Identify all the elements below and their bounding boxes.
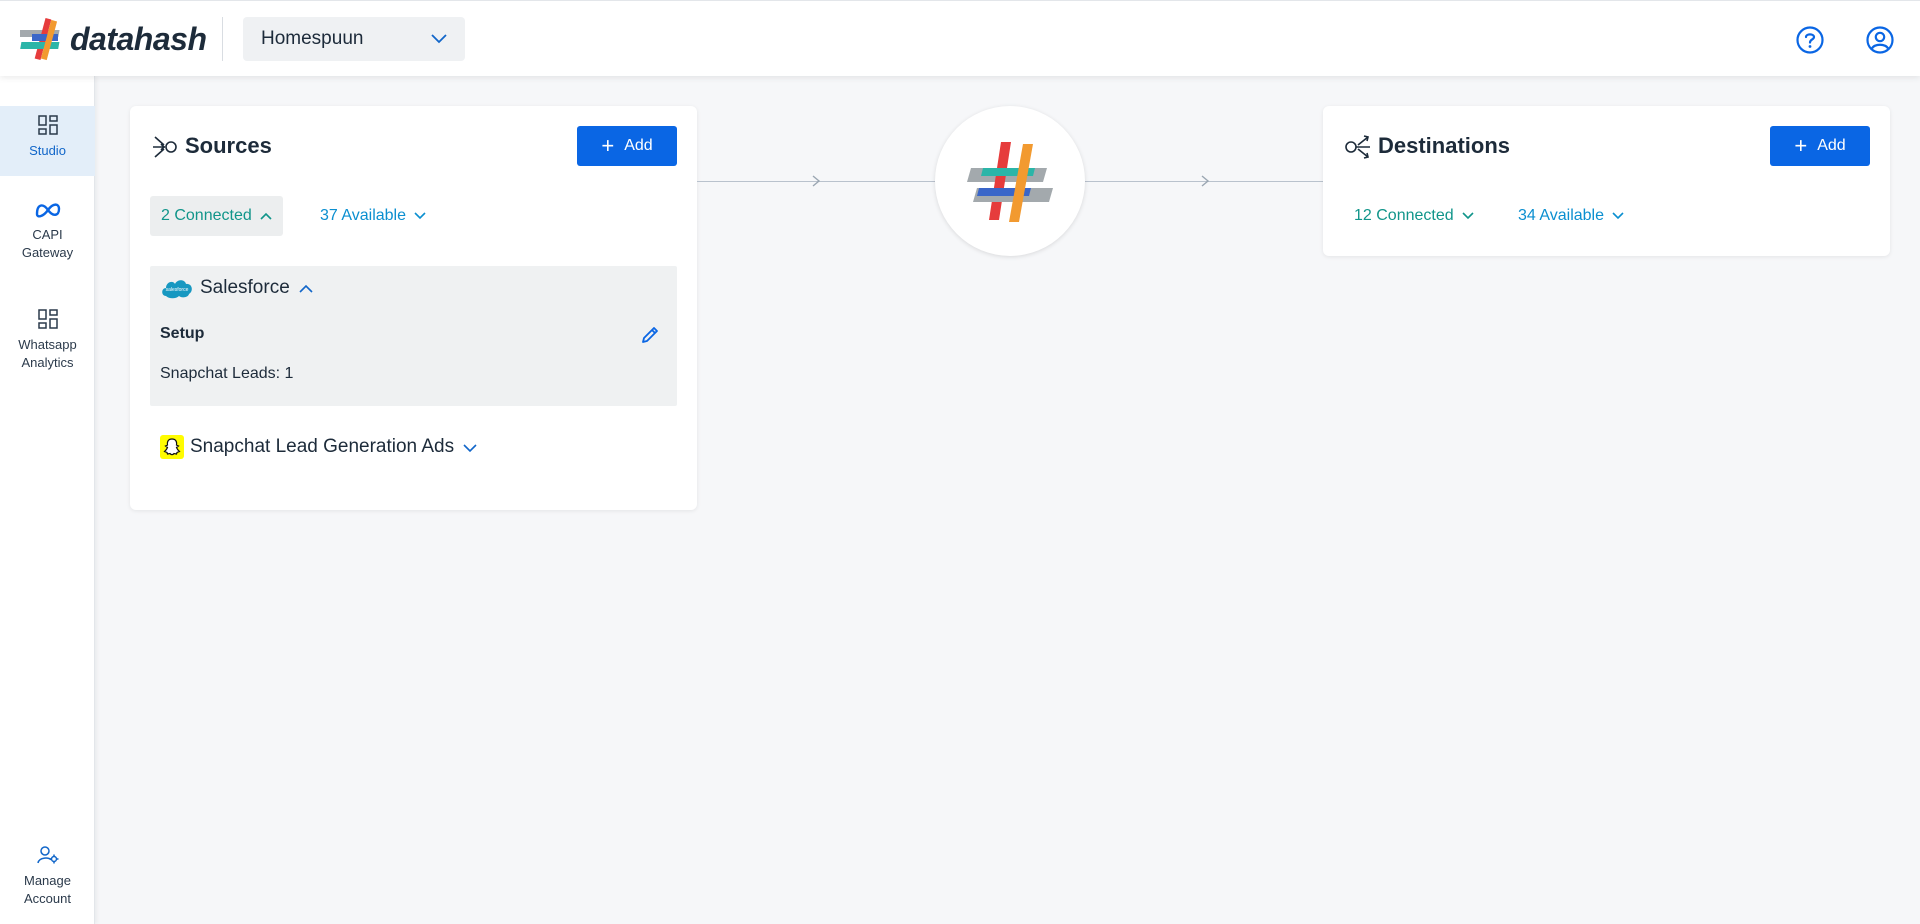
destinations-available-label: 34 Available <box>1518 207 1604 224</box>
sidebar-item-label: Manage <box>24 873 71 888</box>
snapchat-name: Snapchat Lead Generation Ads <box>190 436 455 457</box>
chevron-down-icon <box>431 34 447 44</box>
datahash-hub <box>935 106 1085 256</box>
tab-sources-connected[interactable]: 2 Connected <box>150 196 283 236</box>
add-source-button[interactable]: + Add <box>577 126 677 166</box>
sidebar-item-manage-account[interactable]: Manage Account <box>0 844 95 924</box>
sidebar-item-label: Gateway <box>21 245 74 260</box>
destinations-connected-label: 12 Connected <box>1354 207 1454 224</box>
add-destination-label: Add <box>1817 137 1846 154</box>
sidebar-item-studio[interactable]: Studio <box>0 106 95 176</box>
top-header: datahash Homespuun <box>0 0 1920 76</box>
plus-icon: + <box>1794 133 1808 158</box>
datahash-logo[interactable]: datahash <box>20 15 207 63</box>
add-destination-button[interactable]: + Add <box>1770 126 1870 166</box>
destinations-title: Destinations <box>1378 133 1511 158</box>
sidebar-item-label: CAPI <box>32 227 63 242</box>
sidebar-item-label: Analytics <box>21 355 74 370</box>
destinations-card: Destinations + Add 12 Connected 34 Avail… <box>1323 106 1890 256</box>
tab-destinations-available[interactable]: 34 Available <box>1507 196 1635 236</box>
help-circle-icon[interactable] <box>1795 25 1825 55</box>
svg-text:salesforce: salesforce <box>166 287 189 293</box>
arrow-right-icon <box>812 175 821 187</box>
sidebar-item-label: Account <box>24 891 71 906</box>
setup-label: Setup <box>160 325 205 342</box>
workspace-value: Homespuun <box>261 28 364 49</box>
dashboard-icon <box>37 115 58 135</box>
chevron-up-icon <box>299 284 313 293</box>
plus-icon: + <box>601 133 615 158</box>
salesforce-logo-icon: salesforce <box>162 280 192 299</box>
meta-icon <box>35 203 60 218</box>
hash-logo-icon <box>967 142 1053 222</box>
destinations-icon <box>1345 135 1370 159</box>
setup-detail: Snapchat Leads: 1 <box>160 365 294 382</box>
chevron-down-icon <box>1612 212 1624 220</box>
sidebar-item-whatsapp-analytics[interactable]: Whatsapp Analytics <box>0 308 95 388</box>
user-circle-icon[interactable] <box>1865 25 1895 55</box>
chevron-up-icon <box>260 212 272 220</box>
header-divider <box>222 17 223 61</box>
tab-destinations-connected[interactable]: 12 Connected <box>1343 196 1485 236</box>
snapchat-logo-icon <box>160 435 184 459</box>
pencil-icon[interactable] <box>640 325 660 345</box>
chevron-down-icon <box>414 212 426 220</box>
workspace-select[interactable]: Homespuun <box>243 17 465 61</box>
sources-connected-label: 2 Connected <box>161 207 252 224</box>
chevron-down-icon <box>463 444 477 453</box>
sidebar-item-label: Whatsapp <box>18 337 77 352</box>
sources-available-label: 37 Available <box>320 207 406 224</box>
sidebar-item-label: Studio <box>29 143 66 158</box>
arrow-right-icon <box>1201 175 1210 187</box>
dashboard-icon <box>37 309 58 329</box>
user-settings-icon <box>36 846 58 864</box>
sources-title: Sources <box>185 133 272 158</box>
salesforce-name: Salesforce <box>200 277 290 298</box>
sidebar: Studio CAPI Gateway Whatsapp Analytics M… <box>0 76 95 924</box>
tab-sources-available[interactable]: 37 Available <box>309 196 437 236</box>
sidebar-item-capi-gateway[interactable]: CAPI Gateway <box>0 200 95 280</box>
salesforce-header[interactable]: salesforce Salesforce <box>160 276 313 300</box>
salesforce-panel: salesforce Salesforce Setup Snapchat Lea… <box>150 266 677 406</box>
add-source-label: Add <box>624 137 653 154</box>
sources-icon <box>153 136 177 158</box>
hash-logo-icon <box>20 17 60 61</box>
logo-text: datahash <box>70 20 207 57</box>
chevron-down-icon <box>1462 212 1474 220</box>
snapchat-source-header[interactable]: Snapchat Lead Generation Ads <box>160 435 477 459</box>
